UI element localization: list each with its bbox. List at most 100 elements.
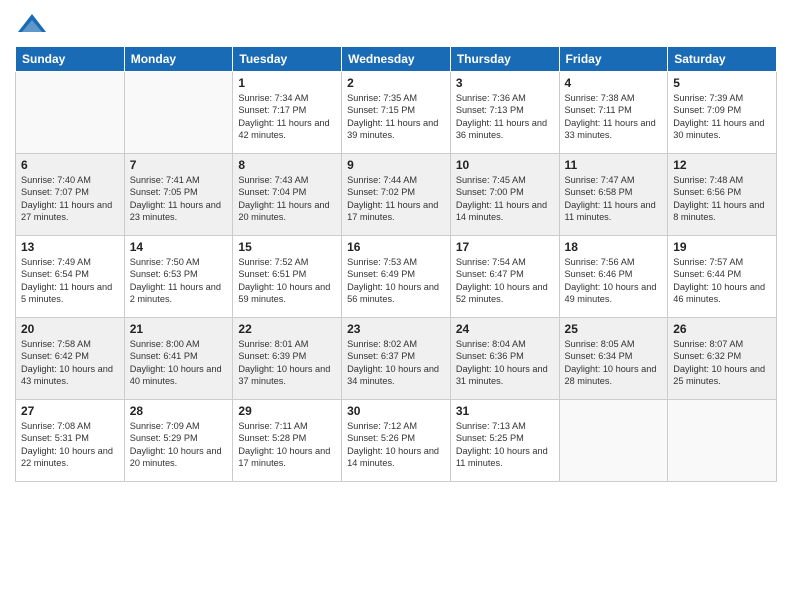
day-number: 12 bbox=[673, 158, 771, 172]
day-number: 23 bbox=[347, 322, 445, 336]
day-number: 22 bbox=[238, 322, 336, 336]
day-number: 15 bbox=[238, 240, 336, 254]
cell-content: Sunrise: 8:07 AM Sunset: 6:32 PM Dayligh… bbox=[673, 338, 771, 388]
day-number: 26 bbox=[673, 322, 771, 336]
cell-content: Sunrise: 7:50 AM Sunset: 6:53 PM Dayligh… bbox=[130, 256, 228, 306]
calendar-week-row: 20 Sunrise: 7:58 AM Sunset: 6:42 PM Dayli… bbox=[16, 318, 777, 400]
cell-content: Sunrise: 7:41 AM Sunset: 7:05 PM Dayligh… bbox=[130, 174, 228, 224]
day-number: 13 bbox=[21, 240, 119, 254]
calendar-cell: 21 Sunrise: 8:00 AM Sunset: 6:41 PM Dayli… bbox=[124, 318, 233, 400]
day-number: 18 bbox=[565, 240, 663, 254]
cell-content: Sunrise: 8:04 AM Sunset: 6:36 PM Dayligh… bbox=[456, 338, 554, 388]
day-number: 7 bbox=[130, 158, 228, 172]
day-number: 20 bbox=[21, 322, 119, 336]
day-number: 19 bbox=[673, 240, 771, 254]
logo-icon bbox=[18, 10, 46, 38]
cell-content: Sunrise: 8:00 AM Sunset: 6:41 PM Dayligh… bbox=[130, 338, 228, 388]
calendar-cell: 23 Sunrise: 8:02 AM Sunset: 6:37 PM Dayli… bbox=[342, 318, 451, 400]
calendar-cell: 12 Sunrise: 7:48 AM Sunset: 6:56 PM Dayli… bbox=[668, 154, 777, 236]
calendar-cell: 27 Sunrise: 7:08 AM Sunset: 5:31 PM Dayli… bbox=[16, 400, 125, 482]
calendar-cell: 19 Sunrise: 7:57 AM Sunset: 6:44 PM Dayli… bbox=[668, 236, 777, 318]
calendar-table: SundayMondayTuesdayWednesdayThursdayFrid… bbox=[15, 46, 777, 482]
day-number: 14 bbox=[130, 240, 228, 254]
day-number: 25 bbox=[565, 322, 663, 336]
calendar-cell: 25Sunrise: 8:05 AM Sunset: 6:34 PM Dayli… bbox=[559, 318, 668, 400]
cell-content: Sunrise: 7:43 AM Sunset: 7:04 PM Dayligh… bbox=[238, 174, 336, 224]
day-number: 29 bbox=[238, 404, 336, 418]
calendar-week-row: 1 Sunrise: 7:34 AM Sunset: 7:17 PM Daylig… bbox=[16, 72, 777, 154]
day-header-monday: Monday bbox=[124, 47, 233, 72]
day-header-wednesday: Wednesday bbox=[342, 47, 451, 72]
day-number: 10 bbox=[456, 158, 554, 172]
calendar-cell: 7 Sunrise: 7:41 AM Sunset: 7:05 PM Daylig… bbox=[124, 154, 233, 236]
day-number: 3 bbox=[456, 76, 554, 90]
cell-content: Sunrise: 7:58 AM Sunset: 6:42 PM Dayligh… bbox=[21, 338, 119, 388]
calendar-cell: 31Sunrise: 7:13 AM Sunset: 5:25 PM Dayli… bbox=[450, 400, 559, 482]
day-number: 1 bbox=[238, 76, 336, 90]
day-number: 16 bbox=[347, 240, 445, 254]
calendar-cell bbox=[559, 400, 668, 482]
cell-content: Sunrise: 7:35 AM Sunset: 7:15 PM Dayligh… bbox=[347, 92, 445, 142]
cell-content: Sunrise: 8:02 AM Sunset: 6:37 PM Dayligh… bbox=[347, 338, 445, 388]
day-number: 11 bbox=[565, 158, 663, 172]
calendar-cell: 20 Sunrise: 7:58 AM Sunset: 6:42 PM Dayli… bbox=[16, 318, 125, 400]
cell-content: Sunrise: 7:38 AM Sunset: 7:11 PM Dayligh… bbox=[565, 92, 663, 142]
calendar-cell: 16 Sunrise: 7:53 AM Sunset: 6:49 PM Dayli… bbox=[342, 236, 451, 318]
cell-content: Sunrise: 7:57 AM Sunset: 6:44 PM Dayligh… bbox=[673, 256, 771, 306]
cell-content: Sunrise: 8:01 AM Sunset: 6:39 PM Dayligh… bbox=[238, 338, 336, 388]
day-number: 5 bbox=[673, 76, 771, 90]
day-number: 27 bbox=[21, 404, 119, 418]
calendar-cell: 6 Sunrise: 7:40 AM Sunset: 7:07 PM Daylig… bbox=[16, 154, 125, 236]
cell-content: Sunrise: 7:11 AM Sunset: 5:28 PM Dayligh… bbox=[238, 420, 336, 470]
day-number: 24 bbox=[456, 322, 554, 336]
calendar-week-row: 13 Sunrise: 7:49 AM Sunset: 6:54 PM Dayli… bbox=[16, 236, 777, 318]
cell-content: Sunrise: 7:45 AM Sunset: 7:00 PM Dayligh… bbox=[456, 174, 554, 224]
calendar-cell: 17Sunrise: 7:54 AM Sunset: 6:47 PM Dayli… bbox=[450, 236, 559, 318]
calendar-cell: 18Sunrise: 7:56 AM Sunset: 6:46 PM Dayli… bbox=[559, 236, 668, 318]
logo bbox=[15, 10, 46, 38]
cell-content: Sunrise: 7:08 AM Sunset: 5:31 PM Dayligh… bbox=[21, 420, 119, 470]
calendar-cell: 9 Sunrise: 7:44 AM Sunset: 7:02 PM Daylig… bbox=[342, 154, 451, 236]
cell-content: Sunrise: 7:44 AM Sunset: 7:02 PM Dayligh… bbox=[347, 174, 445, 224]
cell-content: Sunrise: 7:12 AM Sunset: 5:26 PM Dayligh… bbox=[347, 420, 445, 470]
header bbox=[15, 10, 777, 38]
calendar-cell bbox=[668, 400, 777, 482]
day-number: 6 bbox=[21, 158, 119, 172]
day-number: 8 bbox=[238, 158, 336, 172]
calendar-cell: 22 Sunrise: 8:01 AM Sunset: 6:39 PM Dayli… bbox=[233, 318, 342, 400]
cell-content: Sunrise: 7:39 AM Sunset: 7:09 PM Dayligh… bbox=[673, 92, 771, 142]
day-number: 21 bbox=[130, 322, 228, 336]
calendar-cell: 5 Sunrise: 7:39 AM Sunset: 7:09 PM Daylig… bbox=[668, 72, 777, 154]
day-number: 4 bbox=[565, 76, 663, 90]
cell-content: Sunrise: 7:49 AM Sunset: 6:54 PM Dayligh… bbox=[21, 256, 119, 306]
calendar-cell: 3Sunrise: 7:36 AM Sunset: 7:13 PM Daylig… bbox=[450, 72, 559, 154]
day-number: 28 bbox=[130, 404, 228, 418]
cell-content: Sunrise: 7:48 AM Sunset: 6:56 PM Dayligh… bbox=[673, 174, 771, 224]
cell-content: Sunrise: 7:09 AM Sunset: 5:29 PM Dayligh… bbox=[130, 420, 228, 470]
calendar-cell: 11 Sunrise: 7:47 AM Sunset: 6:58 PM Dayli… bbox=[559, 154, 668, 236]
day-header-friday: Friday bbox=[559, 47, 668, 72]
calendar-cell: 24 Sunrise: 8:04 AM Sunset: 6:36 PM Dayli… bbox=[450, 318, 559, 400]
day-number: 9 bbox=[347, 158, 445, 172]
calendar-cell: 30 Sunrise: 7:12 AM Sunset: 5:26 PM Dayli… bbox=[342, 400, 451, 482]
calendar-cell: 29 Sunrise: 7:11 AM Sunset: 5:28 PM Dayli… bbox=[233, 400, 342, 482]
calendar-cell: 13 Sunrise: 7:49 AM Sunset: 6:54 PM Dayli… bbox=[16, 236, 125, 318]
calendar-cell: 4 Sunrise: 7:38 AM Sunset: 7:11 PM Daylig… bbox=[559, 72, 668, 154]
day-number: 2 bbox=[347, 76, 445, 90]
calendar-week-row: 27 Sunrise: 7:08 AM Sunset: 5:31 PM Dayli… bbox=[16, 400, 777, 482]
calendar-cell: 1 Sunrise: 7:34 AM Sunset: 7:17 PM Daylig… bbox=[233, 72, 342, 154]
cell-content: Sunrise: 7:40 AM Sunset: 7:07 PM Dayligh… bbox=[21, 174, 119, 224]
cell-content: Sunrise: 7:52 AM Sunset: 6:51 PM Dayligh… bbox=[238, 256, 336, 306]
calendar-cell bbox=[124, 72, 233, 154]
calendar-cell: 2 Sunrise: 7:35 AM Sunset: 7:15 PM Daylig… bbox=[342, 72, 451, 154]
cell-content: Sunrise: 7:47 AM Sunset: 6:58 PM Dayligh… bbox=[565, 174, 663, 224]
day-number: 31 bbox=[456, 404, 554, 418]
day-number: 30 bbox=[347, 404, 445, 418]
cell-content: Sunrise: 7:53 AM Sunset: 6:49 PM Dayligh… bbox=[347, 256, 445, 306]
calendar-cell: 26 Sunrise: 8:07 AM Sunset: 6:32 PM Dayli… bbox=[668, 318, 777, 400]
calendar-cell: 14 Sunrise: 7:50 AM Sunset: 6:53 PM Dayli… bbox=[124, 236, 233, 318]
calendar-cell bbox=[16, 72, 125, 154]
cell-content: Sunrise: 7:54 AM Sunset: 6:47 PM Dayligh… bbox=[456, 256, 554, 306]
cell-content: Sunrise: 7:34 AM Sunset: 7:17 PM Dayligh… bbox=[238, 92, 336, 142]
calendar-cell: 10 Sunrise: 7:45 AM Sunset: 7:00 PM Dayli… bbox=[450, 154, 559, 236]
